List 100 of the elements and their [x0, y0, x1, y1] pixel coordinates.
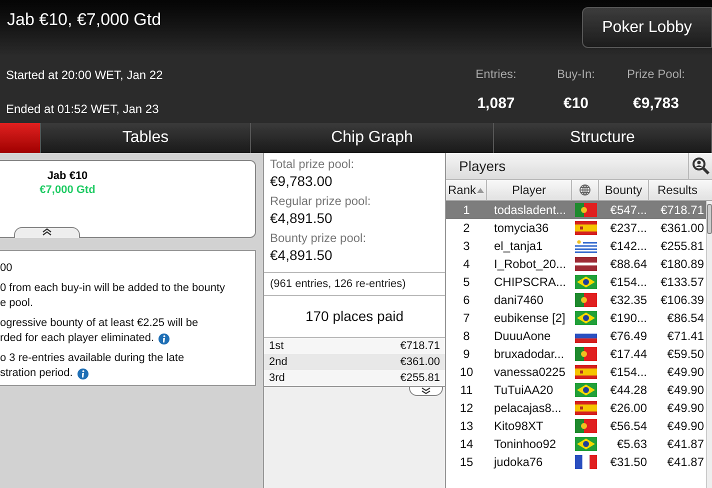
results-cell-text: €106.39 — [660, 292, 705, 309]
player-name: DuuuAone — [493, 328, 552, 345]
flag-icon — [574, 203, 596, 217]
results-cell-text: €49.90 — [666, 382, 705, 399]
players-title: Players — [459, 156, 506, 176]
flag-icon — [574, 221, 596, 235]
amount-cell-text: €255.81 — [400, 370, 440, 386]
results-cell-text: €49.90 — [666, 364, 705, 381]
bounty-cell-text: €17.44 — [609, 346, 648, 363]
rank-cell-text: 6 — [462, 292, 471, 309]
bounty-cell-text: €56.54 — [609, 418, 648, 435]
player-name: judoka76 — [492, 454, 544, 471]
column-header[interactable]: Rank — [446, 180, 487, 200]
column-header[interactable]: Results — [649, 180, 706, 200]
flag-icon — [574, 257, 596, 271]
detail-text: rded for each player eliminated. — [0, 331, 154, 346]
tab[interactable]: Chip Graph — [251, 123, 494, 153]
chevrons-down-icon — [421, 387, 431, 394]
pool-value: €4,891.50 — [270, 246, 334, 264]
start-time: Started at 20:00 WET, Jan 22 — [6, 67, 163, 84]
player-name: vanessa0225 — [493, 364, 566, 381]
tournament-name: Jab €10 — [47, 169, 88, 183]
player-name: el_tanja1 — [493, 238, 544, 255]
expand-tab[interactable] — [409, 387, 443, 396]
player-name: I_Robot_20... — [493, 256, 568, 273]
scrollbar[interactable] — [706, 201, 712, 488]
player-name: todasladent... — [493, 202, 568, 219]
player-name: TuTuiAA20 — [493, 382, 554, 399]
info-icon[interactable] — [76, 368, 89, 380]
results-cell-text: €86.54 — [666, 310, 705, 327]
rank-cell-text: 14 — [458, 436, 474, 453]
rank-cell-text: 4 — [462, 256, 471, 273]
results-cell-text: €71.41 — [666, 328, 705, 345]
pool-value: €9,783.00 — [270, 172, 334, 190]
column-header[interactable]: Player — [487, 180, 572, 200]
stat-value: €10 — [563, 94, 589, 114]
flag-icon — [574, 347, 596, 361]
results-cell-text: €718.71 — [660, 202, 705, 219]
pool-label: Total prize pool: — [270, 157, 356, 172]
bounty-cell-text: €32.35 — [609, 292, 648, 309]
rank-cell-text: 12 — [458, 400, 474, 417]
rank-cell-text: 13 — [458, 418, 474, 435]
flag-icon — [574, 293, 596, 307]
rank-cell-text: 7 — [462, 310, 471, 327]
rank-cell-text: 9 — [462, 346, 471, 363]
rank-cell-text: 3 — [462, 238, 471, 255]
globe-icon — [579, 184, 591, 196]
results-cell-text: €41.87 — [666, 454, 705, 471]
pool-value: €4,891.50 — [270, 209, 334, 227]
search-button[interactable] — [688, 153, 712, 179]
detail-text: stration period. — [0, 366, 73, 381]
bounty-cell-text: €154... — [609, 274, 648, 291]
tab[interactable]: Tables — [41, 123, 251, 153]
rank-cell-text: 5 — [462, 274, 471, 291]
flag-icon — [574, 365, 596, 379]
bounty-cell-text: €154... — [609, 364, 648, 381]
bounty-cell-text: €5.63 — [616, 436, 648, 453]
player-row[interactable]: 1 todasladent... €547... €718.71 — [446, 201, 706, 219]
rank-cell-text: 1 — [462, 202, 471, 219]
amount-cell-text: €361.00 — [400, 354, 440, 370]
detail-text: 00 — [0, 261, 12, 276]
results-cell-text: €49.90 — [666, 418, 705, 435]
rank-cell-text: 15 — [458, 454, 474, 471]
tab[interactable]: Structure — [494, 123, 712, 153]
place-cell-text: 2nd — [269, 354, 288, 370]
poker-lobby-button[interactable]: Poker Lobby — [582, 7, 712, 48]
results-cell-text: €361.00 — [660, 220, 705, 237]
flag-icon — [574, 311, 596, 325]
scrollbar-thumb[interactable] — [707, 204, 712, 234]
player-name: Kito98XT — [493, 418, 544, 435]
flag-icon — [574, 437, 596, 451]
guarantee-text: €7,000 Gtd — [40, 183, 96, 197]
stat-label: Prize Pool: — [626, 66, 686, 83]
results-cell-text: €59.50 — [666, 346, 705, 363]
collapse-tab[interactable] — [14, 227, 80, 238]
flag-icon — [574, 383, 596, 397]
flag-icon — [574, 401, 596, 415]
bounty-cell-text: €237... — [609, 220, 648, 237]
pool-label: Regular prize pool: — [270, 194, 372, 209]
flag-icon — [574, 239, 596, 253]
bounty-cell-text: €142... — [609, 238, 648, 255]
places-paid: 170 places paid — [305, 307, 404, 326]
place-cell-text: 3rd — [269, 370, 285, 386]
place-cell-text: 1st — [269, 338, 284, 354]
rank-cell-text: 10 — [458, 364, 474, 381]
flag-icon — [574, 275, 596, 289]
pool-label: Bounty prize pool: — [270, 231, 368, 246]
bounty-cell-text: €31.50 — [609, 454, 648, 471]
bounty-cell-text: €88.64 — [609, 256, 648, 273]
results-cell-text: €255.81 — [660, 238, 705, 255]
bounty-cell-text: €547... — [609, 202, 648, 219]
amount-cell-text: €718.71 — [400, 338, 440, 354]
column-header[interactable]: Bounty — [599, 180, 649, 200]
entries-note: (961 entries, 126 re-entries) — [270, 276, 406, 292]
flag-icon — [574, 419, 596, 433]
stat-value: 1,087 — [477, 94, 515, 114]
detail-text: ogressive bounty of at least €2.25 will be — [0, 316, 198, 331]
player-name: tomycia36 — [493, 220, 550, 237]
results-cell-text: €180.89 — [660, 256, 705, 273]
info-icon[interactable] — [158, 332, 170, 344]
